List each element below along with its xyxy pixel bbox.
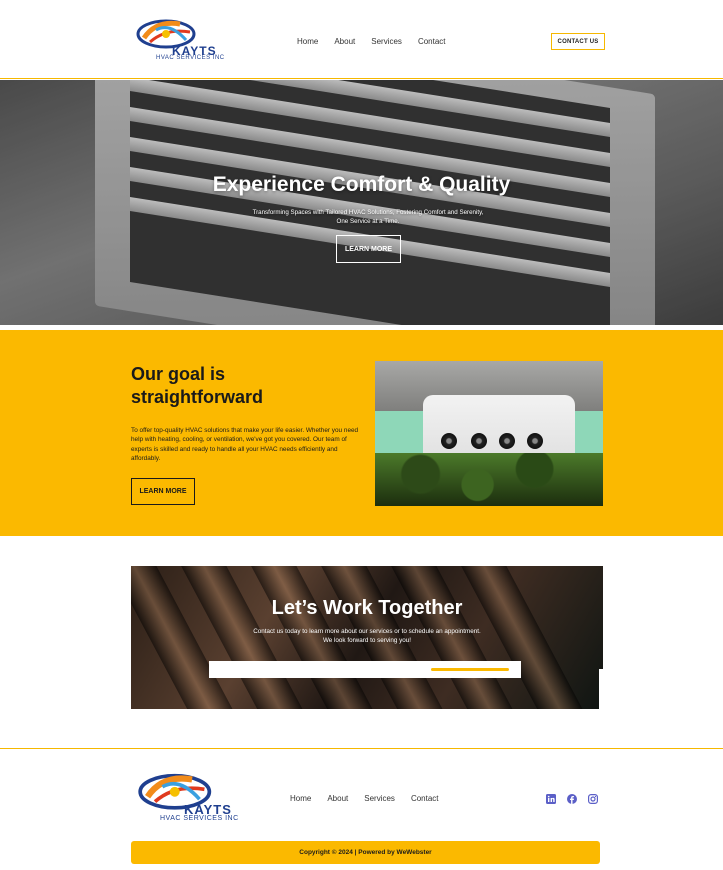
contact-us-button[interactable]: CONTACT US — [551, 33, 605, 50]
photo-fan — [527, 433, 543, 449]
linkedin-icon[interactable] — [546, 794, 556, 804]
goal-learn-more-button[interactable]: LEARN MORE — [131, 478, 195, 505]
copyright-bar: Copyright © 2024 | Powered by WeWebster — [131, 841, 600, 864]
hero-title: Experience Comfort & Quality — [212, 173, 511, 196]
section-edge — [599, 669, 603, 709]
facebook-icon[interactable] — [567, 794, 577, 804]
hero-learn-more-button[interactable]: LEARN MORE — [336, 235, 401, 263]
main-nav: Home About Services Contact — [297, 37, 446, 46]
footer-logo[interactable]: KAYTS HVAC SERVICES INC — [136, 772, 239, 826]
footer-nav-about[interactable]: About — [327, 794, 348, 803]
photo-plants — [375, 453, 603, 506]
photo-fan — [471, 433, 487, 449]
work-together-section: Let’s Work Together Contact us today to … — [131, 566, 603, 709]
footer-nav-home[interactable]: Home — [290, 794, 311, 803]
hero-section: Experience Comfort & Quality Transformin… — [0, 80, 723, 325]
goal-body: To offer top-quality HVAC solutions that… — [131, 427, 359, 462]
hero-subtitle: Transforming Spaces with Tailored HVAC S… — [252, 209, 484, 225]
hero-overlay — [0, 80, 723, 325]
footer-nav-contact[interactable]: Contact — [411, 794, 439, 803]
nav-contact[interactable]: Contact — [418, 37, 446, 46]
footer-nav: Home About Services Contact — [290, 794, 439, 803]
header-logo[interactable]: KAYTS HVAC SERVICES INC — [136, 18, 224, 64]
footer-nav-services[interactable]: Services — [364, 794, 395, 803]
form-accent-line — [431, 668, 509, 671]
goal-title: Our goal is straightforward — [131, 364, 264, 407]
nav-home[interactable]: Home — [297, 37, 318, 46]
logo-sub-text: HVAC SERVICES INC — [156, 55, 225, 61]
site-header: KAYTS HVAC SERVICES INC Home About Servi… — [0, 0, 723, 79]
nav-services[interactable]: Services — [371, 37, 402, 46]
work-title: Let’s Work Together — [271, 597, 463, 619]
hvac-unit-photo — [375, 361, 603, 506]
footer-divider — [0, 748, 723, 749]
work-body: Contact us today to learn more about our… — [253, 628, 481, 645]
instagram-icon[interactable] — [588, 794, 598, 804]
photo-fan — [441, 433, 457, 449]
goal-section: Our goal is straightforward To offer top… — [0, 330, 723, 536]
photo-fan — [499, 433, 515, 449]
nav-about[interactable]: About — [334, 37, 355, 46]
footer-logo-sub: HVAC SERVICES INC — [160, 815, 239, 822]
